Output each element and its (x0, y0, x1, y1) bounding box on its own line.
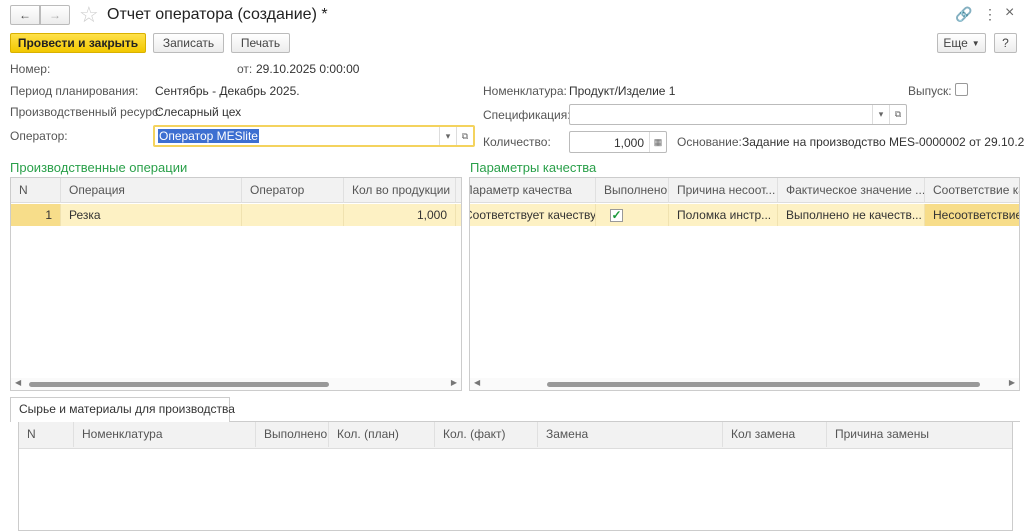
cell-operation: Резка (61, 204, 242, 226)
cell-done[interactable]: ✓ (596, 204, 669, 226)
cell-n: 1 (11, 204, 61, 226)
cell-qty: 1,000 (344, 204, 456, 226)
qty-value: 1,000 (613, 136, 644, 150)
output-label: Выпуск: (908, 84, 952, 98)
scroll-left-icon[interactable]: ◀ (474, 378, 480, 387)
check-icon[interactable]: ✓ (610, 209, 623, 222)
close-icon[interactable]: × (1005, 4, 1014, 22)
column-header[interactable]: Кол. (факт) (435, 422, 538, 447)
link-icon[interactable]: 🔗 (955, 6, 972, 23)
column-header[interactable]: Причина замены (827, 422, 1012, 447)
column-header[interactable]: Кол замена (723, 422, 827, 447)
help-button[interactable]: ? (994, 33, 1017, 53)
open-icon[interactable]: ⧉ (456, 127, 473, 145)
column-header[interactable]: Причина несоот... (669, 178, 778, 203)
save-button[interactable]: Записать (153, 33, 224, 53)
column-header[interactable]: Выполнено (256, 422, 329, 447)
nomenclature-value: Продукт/Изделие 1 (569, 84, 676, 98)
basis-link[interactable]: Задание на производство MES-0000002 от 2… (742, 135, 1024, 149)
scroll-thumb[interactable] (29, 382, 329, 387)
quality-title: Параметры качества (470, 160, 597, 175)
resource-value: Слесарный цех (155, 105, 242, 119)
more-button[interactable]: Еще ▼ (937, 33, 986, 53)
dropdown-icon[interactable]: ▾ (872, 105, 889, 124)
column-header[interactable]: Оператор (242, 178, 344, 203)
post-and-close-button[interactable]: Провести и закрыть (10, 33, 146, 53)
operations-table[interactable]: N Операция Оператор Кол во продукции 1 Р… (10, 177, 462, 391)
scroll-left-icon[interactable]: ◀ (15, 378, 21, 387)
cell-param: Соответствует качеству (470, 204, 596, 226)
favorite-star-icon[interactable]: ☆ (79, 2, 99, 28)
arrow-right-icon: → (49, 8, 61, 22)
cell-reason: Поломка инстр... (669, 204, 778, 226)
basis-label: Основание: (677, 135, 742, 149)
operator-value: Оператор MESlite (158, 129, 259, 143)
chevron-down-icon: ▼ (971, 38, 980, 48)
column-header[interactable]: Номенклатура (74, 422, 256, 447)
cell-conformity: Несоответствие (925, 204, 1019, 226)
tab-materials[interactable]: Сырье и материалы для производства (10, 397, 235, 422)
column-header[interactable]: Фактическое значение ... (778, 178, 925, 203)
date-label: от: (237, 62, 253, 76)
spec-field[interactable]: ▾ ⧉ (569, 104, 907, 125)
back-button[interactable]: ← (10, 5, 40, 25)
operator-label: Оператор: (10, 129, 68, 143)
cell-actual: Выполнено не качеств... (778, 204, 925, 226)
forward-button[interactable]: → (40, 5, 70, 25)
table-row[interactable]: Соответствует качеству ✓ Поломка инстр..… (470, 204, 1019, 226)
quality-table[interactable]: Параметр качества Выполнено Причина несо… (469, 177, 1020, 391)
resource-label: Производственный ресурс: (10, 105, 162, 119)
materials-table[interactable]: N Номенклатура Выполнено Кол. (план) Кол… (18, 421, 1013, 531)
output-checkbox[interactable] (955, 83, 968, 96)
scroll-right-icon[interactable]: ▶ (1009, 378, 1015, 387)
horizontal-scrollbar[interactable]: ◀ ▶ (11, 378, 461, 390)
column-header[interactable]: N (19, 422, 74, 447)
table-header: N Номенклатура Выполнено Кол. (план) Кол… (19, 422, 1012, 449)
page-title: Отчет оператора (создание) * (107, 6, 328, 23)
qty-label: Количество: (483, 135, 551, 149)
open-icon[interactable]: ⧉ (889, 105, 906, 124)
calculator-icon[interactable]: ▦ (649, 132, 666, 152)
column-header[interactable]: Кол во продукции (344, 178, 456, 203)
operations-title: Производственные операции (10, 160, 188, 175)
column-header[interactable]: Операция (61, 178, 242, 203)
column-header[interactable]: Замена (538, 422, 723, 447)
dropdown-icon[interactable]: ▾ (439, 127, 456, 145)
column-header[interactable]: N (11, 178, 61, 203)
cell-operator (242, 204, 344, 226)
date-value: 29.10.2025 0:00:00 (256, 62, 360, 76)
more-vertical-icon[interactable]: ⋮ (983, 6, 997, 23)
column-header[interactable]: Соответствие кач (925, 178, 1019, 203)
table-header: Параметр качества Выполнено Причина несо… (470, 178, 1019, 203)
column-header[interactable]: Кол. (план) (329, 422, 435, 447)
qty-field[interactable]: 1,000 ▦ (569, 131, 667, 153)
spec-label: Спецификация: (483, 108, 571, 122)
scroll-thumb[interactable] (547, 382, 980, 387)
arrow-left-icon: ← (19, 8, 31, 22)
period-value: Сентябрь - Декабрь 2025. (155, 84, 300, 98)
horizontal-scrollbar[interactable]: ◀ ▶ (470, 378, 1019, 390)
number-label: Номер: (10, 62, 51, 76)
print-button[interactable]: Печать (231, 33, 290, 53)
scroll-right-icon[interactable]: ▶ (451, 378, 457, 387)
table-header: N Операция Оператор Кол во продукции (11, 178, 461, 203)
operator-field[interactable]: Оператор MESlite ▾ ⧉ (153, 125, 475, 147)
period-label: Период планирования: (10, 84, 139, 98)
column-header[interactable]: Выполнено (596, 178, 669, 203)
nomenclature-label: Номенклатура: (483, 84, 567, 98)
table-row[interactable]: 1 Резка 1,000 (11, 204, 461, 226)
column-header[interactable]: Параметр качества (470, 178, 596, 203)
more-label: Еще (943, 36, 968, 50)
